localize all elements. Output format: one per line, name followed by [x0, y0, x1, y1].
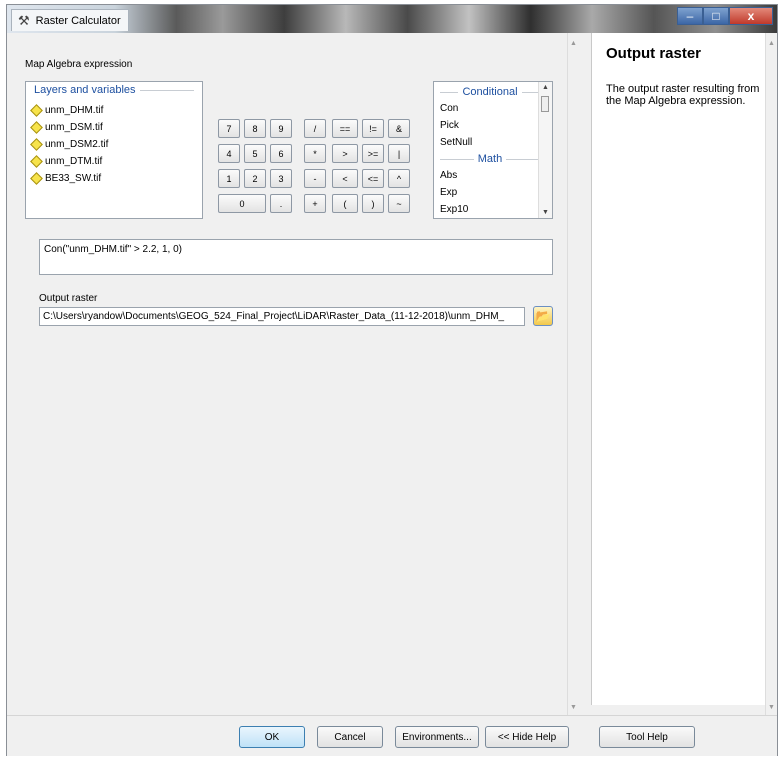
layer-item[interactable]: unm_DSM.tif: [29, 119, 108, 136]
key-8[interactable]: 8: [244, 119, 266, 138]
layers-header: Layers and variables: [34, 84, 194, 96]
key-1[interactable]: 1: [218, 169, 240, 188]
help-body: The output raster resulting from the Map…: [606, 83, 760, 107]
scroll-thumb[interactable]: [541, 96, 549, 112]
parameters-scrollbar[interactable]: ▲ ▼: [567, 33, 579, 715]
hide-help-button[interactable]: << Hide Help: [485, 726, 569, 748]
key-less-equal[interactable]: <=: [362, 169, 384, 188]
help-pane: Output raster The output raster resultin…: [591, 33, 777, 705]
minimize-button[interactable]: –: [677, 7, 703, 25]
hammer-icon: ⚒: [18, 12, 30, 28]
conditional-header: Conditional: [440, 84, 541, 100]
scroll-up-icon[interactable]: ▲: [568, 37, 579, 49]
key-close-paren[interactable]: ): [362, 194, 384, 213]
scroll-down-icon[interactable]: ▼: [568, 701, 579, 713]
function-item[interactable]: Pick: [440, 117, 540, 134]
raster-layer-icon: [30, 121, 43, 134]
function-item[interactable]: SetNull: [440, 134, 540, 151]
key-not-equal[interactable]: !=: [362, 119, 384, 138]
title-tab: ⚒ Raster Calculator: [11, 9, 129, 31]
help-title: Output raster: [606, 45, 702, 62]
raster-layer-icon: [30, 172, 43, 185]
raster-layer-icon: [30, 138, 43, 151]
key-0[interactable]: 0: [218, 194, 266, 213]
function-item[interactable]: Con: [440, 100, 540, 117]
parameters-pane: Map Algebra expression Layers and variab…: [7, 33, 579, 715]
help-scrollbar[interactable]: ▲ ▼: [765, 33, 777, 715]
key-decimal[interactable]: .: [270, 194, 292, 213]
key-not[interactable]: ~: [388, 194, 410, 213]
raster-calculator-window: ⚒ Raster Calculator – □ x Map Algebra ex…: [6, 4, 778, 756]
function-item[interactable]: Abs: [440, 167, 540, 184]
title-bar[interactable]: ⚒ Raster Calculator – □ x: [7, 5, 777, 33]
key-7[interactable]: 7: [218, 119, 240, 138]
layers-list: unm_DHM.tif unm_DSM.tif unm_DSM2.tif unm…: [29, 102, 108, 187]
expression-textbox[interactable]: Con("unm_DHM.tif" > 2.2, 1, 0): [39, 239, 553, 275]
scroll-down-icon[interactable]: ▼: [766, 701, 777, 713]
key-greater[interactable]: >: [332, 144, 358, 163]
scroll-up-icon[interactable]: ▲: [539, 84, 552, 91]
dialog-footer: OK Cancel Environments... << Hide Help T…: [7, 715, 777, 756]
key-open-paren[interactable]: (: [332, 194, 358, 213]
math-header: Math: [440, 151, 540, 167]
scroll-down-icon[interactable]: ▼: [539, 209, 552, 216]
functions-panel[interactable]: Conditional Con Pick SetNull Math Abs Ex…: [433, 81, 553, 219]
map-algebra-label: Map Algebra expression: [25, 59, 133, 70]
key-4[interactable]: 4: [218, 144, 240, 163]
functions-scrollbar[interactable]: ▲ ▼: [538, 82, 552, 218]
layer-item[interactable]: BE33_SW.tif: [29, 170, 108, 187]
key-2[interactable]: 2: [244, 169, 266, 188]
key-minus[interactable]: -: [304, 169, 326, 188]
output-raster-label: Output raster: [39, 293, 98, 304]
cancel-button[interactable]: Cancel: [317, 726, 383, 748]
key-6[interactable]: 6: [270, 144, 292, 163]
window-title: Raster Calculator: [35, 14, 121, 27]
environments-button[interactable]: Environments...: [395, 726, 479, 748]
layer-item[interactable]: unm_DHM.tif: [29, 102, 108, 119]
key-greater-equal[interactable]: >=: [362, 144, 384, 163]
key-plus[interactable]: +: [304, 194, 326, 213]
raster-layer-icon: [30, 104, 43, 117]
folder-open-icon: 📂: [535, 309, 551, 323]
ok-button[interactable]: OK: [239, 726, 305, 748]
function-item[interactable]: Exp10: [440, 201, 540, 218]
scroll-up-icon[interactable]: ▲: [766, 37, 777, 49]
tool-help-button[interactable]: Tool Help: [599, 726, 695, 748]
key-less[interactable]: <: [332, 169, 358, 188]
function-item[interactable]: Exp: [440, 184, 540, 201]
maximize-button[interactable]: □: [703, 7, 729, 25]
key-3[interactable]: 3: [270, 169, 292, 188]
output-raster-field[interactable]: C:\Users\ryandow\Documents\GEOG_524_Fina…: [39, 307, 525, 326]
key-9[interactable]: 9: [270, 119, 292, 138]
layers-panel[interactable]: Layers and variables unm_DHM.tif unm_DSM…: [25, 81, 203, 219]
browse-button[interactable]: 📂: [533, 306, 553, 326]
close-button[interactable]: x: [729, 7, 773, 25]
key-and[interactable]: &: [388, 119, 410, 138]
key-equal[interactable]: ==: [332, 119, 358, 138]
key-or[interactable]: |: [388, 144, 410, 163]
window-controls: – □ x: [677, 7, 773, 25]
raster-layer-icon: [30, 155, 43, 168]
expression-text: Con("unm_DHM.tif" > 2.2, 1, 0): [44, 244, 182, 255]
key-5[interactable]: 5: [244, 144, 266, 163]
layer-item[interactable]: unm_DTM.tif: [29, 153, 108, 170]
key-multiply[interactable]: *: [304, 144, 326, 163]
functions-list: Conditional Con Pick SetNull Math Abs Ex…: [440, 84, 541, 218]
layer-item[interactable]: unm_DSM2.tif: [29, 136, 108, 153]
key-xor[interactable]: ^: [388, 169, 410, 188]
key-divide[interactable]: /: [304, 119, 326, 138]
